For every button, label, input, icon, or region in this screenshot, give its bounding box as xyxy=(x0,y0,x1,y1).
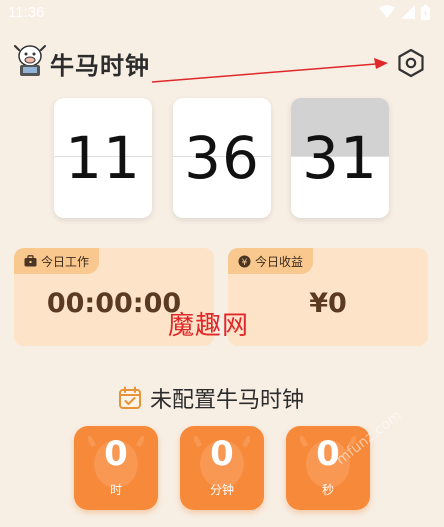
yen-coin-icon: ¥ xyxy=(238,255,251,267)
cow-logo-icon xyxy=(14,45,46,76)
seconds-digits: 31 xyxy=(302,124,378,192)
countdown-seconds-unit: 秒 xyxy=(321,483,334,497)
countdown-hours-unit: 时 xyxy=(109,483,122,497)
today-work-tag: 今日工作 xyxy=(14,248,100,274)
countdown-minutes-unit: 分钟 xyxy=(209,483,234,497)
annotation-arrow xyxy=(151,58,388,83)
battery-icon xyxy=(421,4,430,20)
briefcase-icon xyxy=(24,255,37,267)
gear-hexagon-icon xyxy=(398,48,424,78)
flip-clock: 11 36 31 xyxy=(54,98,390,218)
today-income-value: ¥0 xyxy=(309,288,347,319)
hours-card: 11 xyxy=(54,98,152,218)
app-title: 牛马时钟 xyxy=(50,52,150,80)
countdown-hours-value: 0 xyxy=(104,434,128,474)
hours-digits: 11 xyxy=(65,124,141,192)
countdown-minutes: 0 分钟 xyxy=(180,426,264,510)
watermark-text: 魔趣网 xyxy=(168,311,250,341)
today-income-tag: ¥ 今日收益 xyxy=(228,248,314,274)
status-time: 11:36 xyxy=(8,3,45,21)
signal-icon xyxy=(401,5,415,19)
calendar-check-icon xyxy=(119,386,141,409)
settings-button[interactable] xyxy=(394,46,428,80)
wifi-icon xyxy=(379,5,395,18)
minutes-digits: 36 xyxy=(184,124,260,192)
status-bar: 11:36 xyxy=(0,0,444,24)
today-income-card: ¥ 今日收益 ¥0 xyxy=(228,248,428,346)
countdown-hours: 0 时 xyxy=(74,426,158,510)
svg-text:¥: ¥ xyxy=(242,257,248,267)
seconds-card: 31 xyxy=(291,98,389,218)
today-income-label: 今日收益 xyxy=(255,254,304,269)
config-title: 未配置牛马时钟 xyxy=(150,388,305,413)
config-status: 未配置牛马时钟 xyxy=(118,382,304,414)
minutes-card: 36 xyxy=(173,98,271,218)
countdown-minutes-value: 0 xyxy=(210,434,234,474)
today-work-label: 今日工作 xyxy=(41,254,90,269)
status-icons xyxy=(379,4,430,20)
